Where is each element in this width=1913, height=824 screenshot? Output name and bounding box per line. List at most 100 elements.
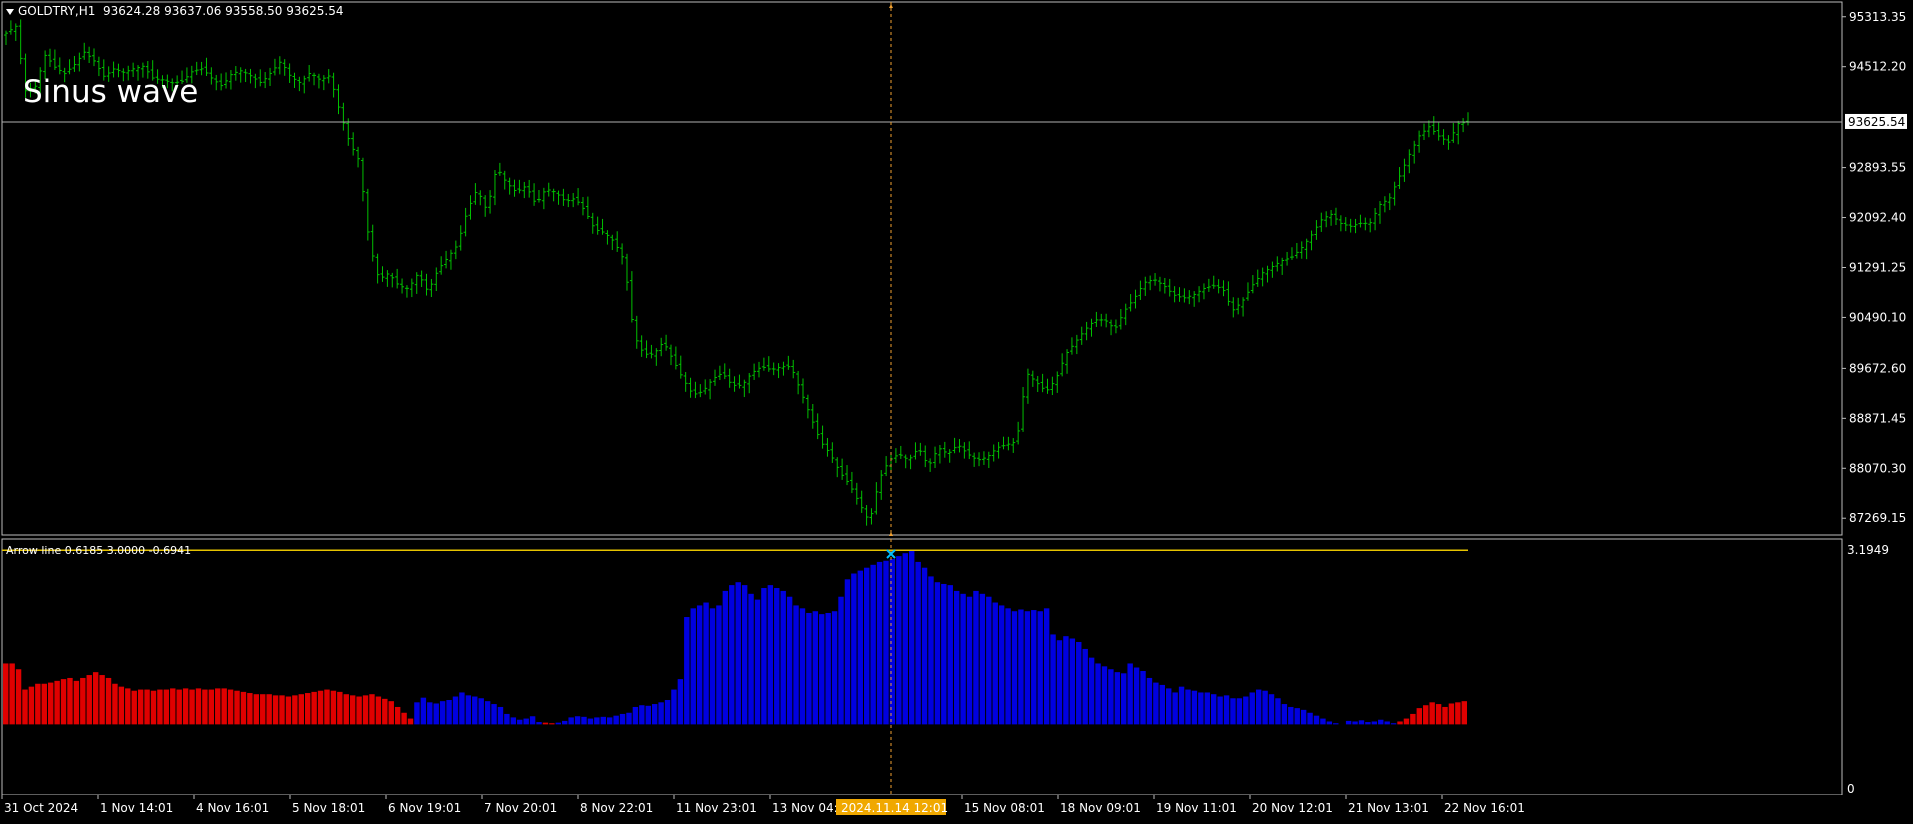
price-axis: 95313.35 94512.20 92893.55 92092.40 91291.25… — [1842, 10, 1906, 525]
time-axis-svg: 31 Oct 2024 1 Nov 14:01 4 Nov 16:01 5 Nov 1… — [1, 795, 1525, 815]
histogram-bar — [1153, 682, 1159, 725]
histogram-bar — [362, 695, 369, 725]
indicator-label: Arrow line 0.6185 3.0000 -0.6941 — [6, 544, 192, 557]
histogram-bar — [1423, 705, 1429, 725]
histogram-bar — [1294, 708, 1300, 725]
histogram-bar — [1069, 638, 1076, 725]
histogram-bar — [337, 691, 343, 725]
price-chart-pane[interactable]: 95313.35 94512.20 92893.55 92092.40 91291.25… — [0, 0, 1913, 536]
histogram-bar — [542, 722, 549, 725]
histogram-bar — [658, 702, 664, 725]
histogram-bar — [1166, 688, 1172, 725]
time-tick-label: 7 Nov 20:01 — [484, 801, 557, 815]
histogram-bar — [304, 693, 311, 725]
price-tick-label: 92893.55 — [1849, 161, 1906, 175]
price-tick-label: 91291.25 — [1849, 260, 1906, 274]
histogram-bar — [497, 706, 504, 725]
histogram-bar — [1416, 708, 1423, 725]
histogram-bar — [1390, 723, 1397, 725]
histogram-bar — [99, 675, 105, 725]
histogram-bar — [382, 698, 388, 725]
histogram-bar — [504, 713, 510, 725]
histogram-bar — [317, 690, 324, 725]
histogram-bar — [1133, 667, 1140, 725]
histogram-bar — [838, 596, 844, 725]
histogram-bar — [876, 561, 883, 725]
histogram-bar — [105, 677, 112, 725]
histogram-bar — [722, 590, 729, 725]
histogram-bar — [195, 688, 202, 725]
histogram-bar — [221, 688, 227, 725]
indicator-pane[interactable]: 3.1949 0 Arrow line 0.6185 3.0000 -0.694… — [0, 537, 1913, 796]
histogram-bar — [202, 689, 208, 725]
histogram-bar — [555, 722, 562, 725]
histogram-bar — [35, 683, 41, 725]
time-tick-label: 19 Nov 11:01 — [1156, 801, 1237, 815]
histogram-bar — [1345, 720, 1352, 725]
crosshair-time-label: 2024.11.14 12:01 — [841, 801, 948, 815]
indicator-svg[interactable]: 3.1949 0 — [0, 537, 1913, 796]
histogram-bar — [632, 706, 639, 725]
histogram-bar — [1088, 657, 1095, 725]
histogram-bar — [1281, 704, 1288, 725]
histogram-bar — [799, 608, 806, 725]
histogram-bar — [1108, 669, 1114, 725]
histogram-bar — [1037, 611, 1043, 725]
histogram-bar — [1217, 696, 1223, 725]
histogram-bar — [966, 596, 973, 725]
histogram-bar — [1204, 692, 1210, 725]
histogram-bar — [465, 695, 472, 725]
histogram-bar — [86, 675, 92, 725]
histogram-bar — [1121, 673, 1127, 725]
histogram-bar — [1397, 721, 1403, 725]
histogram-bar — [510, 717, 517, 725]
histogram-bar — [1101, 666, 1108, 725]
histogram-bar — [459, 692, 465, 725]
histogram-bar — [80, 677, 86, 725]
histogram-bar — [118, 686, 125, 725]
chart-menu-triangle-icon[interactable] — [6, 8, 14, 15]
histogram-bar — [806, 612, 812, 725]
histogram-bar — [902, 553, 908, 725]
histogram-bar — [1159, 684, 1166, 725]
price-tick-label: 94512.20 — [1849, 60, 1906, 74]
histogram-bar — [574, 716, 581, 725]
histogram-bar — [22, 689, 28, 725]
histogram-bar — [1365, 722, 1371, 725]
histogram-bar — [1230, 698, 1236, 725]
histogram-bar — [253, 694, 260, 725]
histogram-bar — [472, 696, 478, 725]
histogram-bar — [549, 723, 555, 725]
time-tick-label: 8 Nov 22:01 — [580, 801, 653, 815]
histogram-bar — [1255, 689, 1262, 725]
histogram-bar — [215, 688, 221, 725]
histogram-bar — [1307, 712, 1313, 725]
histogram-bar — [1095, 663, 1101, 725]
histogram-bar — [517, 719, 523, 725]
histogram-bar — [157, 689, 163, 725]
histogram-bar — [1178, 686, 1185, 725]
histogram-bar — [1262, 690, 1268, 725]
histogram-bar — [998, 605, 1005, 725]
histogram-bar — [446, 700, 452, 725]
histogram-bar — [41, 683, 47, 725]
histogram-bar — [54, 680, 60, 725]
histogram-bar — [1050, 634, 1056, 725]
histogram-bar — [189, 689, 195, 725]
time-tick-label: 5 Nov 18:01 — [292, 801, 365, 815]
histogram-bar — [825, 612, 831, 725]
histogram-bar — [1300, 709, 1307, 725]
histogram-bar — [1005, 608, 1011, 725]
histogram-bar — [844, 579, 851, 725]
histogram-bar — [311, 691, 317, 725]
histogram-bar — [260, 694, 266, 725]
histogram-bar — [600, 716, 606, 725]
indicator-axis-min: 0 — [1847, 782, 1855, 795]
histogram-bar — [163, 689, 170, 725]
histogram-bar — [851, 573, 857, 725]
histogram-bar — [812, 611, 819, 725]
histogram-bar — [1333, 723, 1339, 725]
histogram-bar — [748, 593, 754, 725]
price-chart-svg[interactable]: 95313.35 94512.20 92893.55 92092.40 91291.25… — [0, 0, 1913, 536]
histogram-bar — [452, 696, 459, 725]
